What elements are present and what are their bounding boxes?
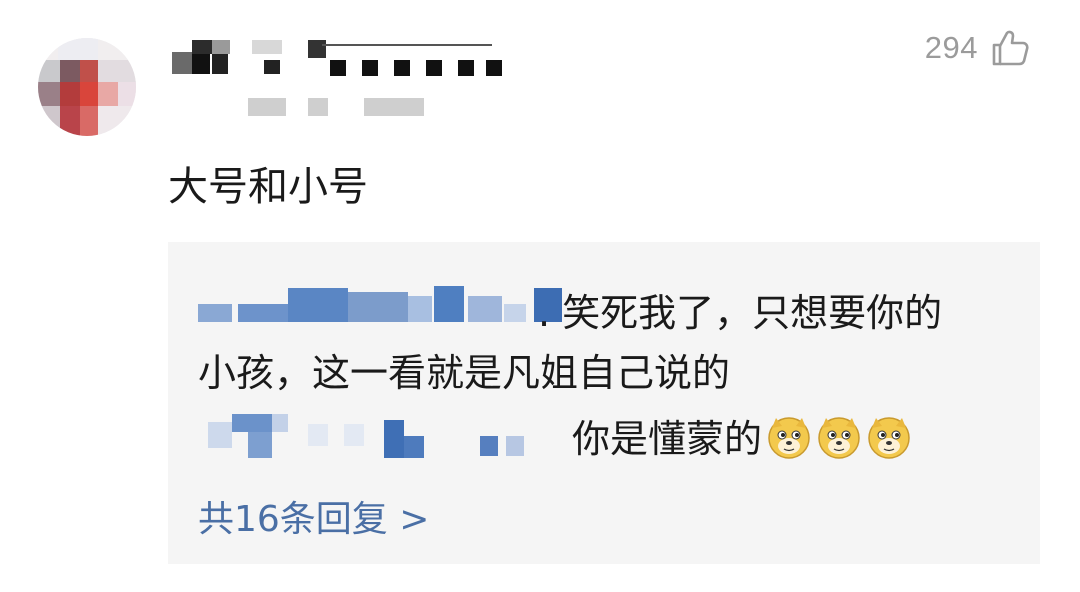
doge-emoji xyxy=(868,417,910,459)
reply-1-text-line1: . 笑死我了，只想要你的 xyxy=(538,291,943,335)
reply-2-text: 你是懂蒙的 xyxy=(572,408,912,463)
comment-meta-redacted xyxy=(248,96,428,118)
username-redacted[interactable] xyxy=(172,34,502,80)
like-button[interactable]: 294 xyxy=(925,26,1030,70)
comment-card: 294 大号和小号 . 笑死我了，只想要你的 小孩，这一看就是凡姐自己说的 你是… xyxy=(0,0,1080,592)
view-more-replies-link[interactable]: 共16条回复 > xyxy=(198,490,429,542)
thumbs-up-outline-icon xyxy=(992,30,1029,66)
comment-text: 大号和小号 xyxy=(168,164,368,210)
doge-emoji xyxy=(768,417,810,459)
replies-panel: . 笑死我了，只想要你的 小孩，这一看就是凡姐自己说的 你是懂蒙的 共16条回复… xyxy=(168,242,1040,564)
reply-1-text-line2: 小孩，这一看就是凡姐自己说的 xyxy=(198,351,731,395)
avatar[interactable] xyxy=(38,38,136,136)
doge-emoji xyxy=(818,417,860,459)
reply-2-text-content: 你是懂蒙的 xyxy=(572,417,763,461)
reply-author-redacted[interactable] xyxy=(198,284,568,324)
reply-2-author-redacted[interactable] xyxy=(208,410,548,458)
like-count: 294 xyxy=(924,30,978,65)
